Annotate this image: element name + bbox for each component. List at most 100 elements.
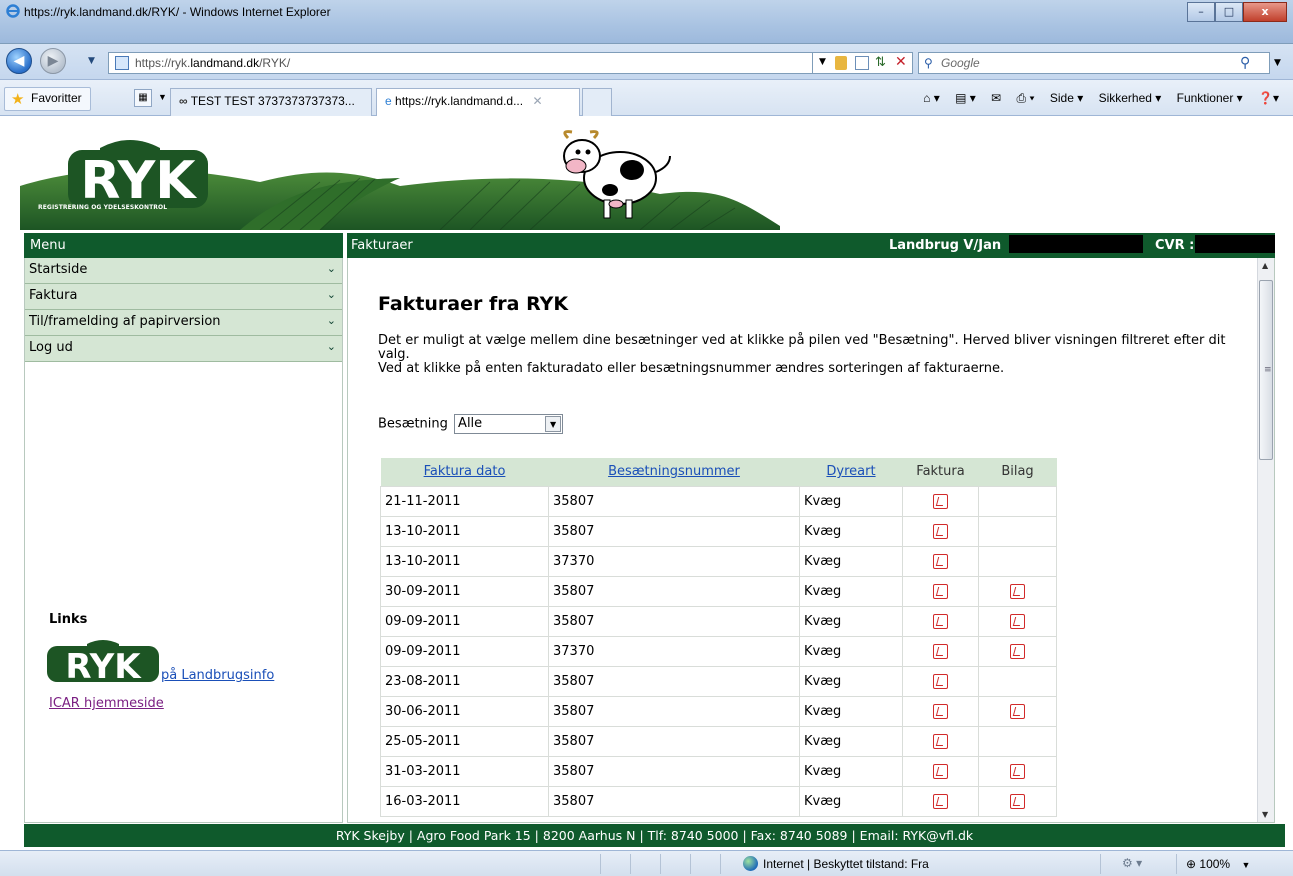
pdf-icon[interactable] [933,583,948,599]
pdf-icon[interactable] [933,643,948,659]
window-title: https://ryk.landmand.dk/RYK/ - Windows I… [24,5,331,19]
vertical-scrollbar[interactable]: ▲ ≡ ▼ [1257,258,1274,822]
pdf-icon[interactable] [933,613,948,629]
table-header-row: Faktura dato Besætningsnummer Dyreart Fa… [380,458,1057,486]
menu-funktioner[interactable]: Funktioner ▾ [1177,91,1243,105]
scroll-thumb[interactable]: ≡ [1259,280,1273,460]
tab-ryk[interactable]: e https://ryk.landmand.d... ✕ [376,88,580,116]
pdf-icon[interactable] [1010,793,1025,809]
cell-herd: 35807 [548,695,800,727]
help-icon[interactable]: ❓▾ [1258,91,1279,105]
pdf-icon[interactable] [1010,583,1025,599]
tab-favicon-icon: ∞ [179,94,188,108]
cell-species: Kvæg [799,635,903,667]
menu-item-logud[interactable]: Log ud ⌄ [25,336,342,362]
cell-invoice [902,785,979,817]
menu-item-papirversion[interactable]: Til/framelding af papirversion ⌄ [25,310,342,336]
pdf-icon[interactable] [933,523,948,539]
ryk-small-logo[interactable]: RYK [47,636,159,684]
page-icon [115,56,129,70]
redacted-cvr-block [1195,235,1275,253]
cell-herd: 35807 [548,785,800,817]
address-bar[interactable]: https://ryk.landmand.dk/RYK/ [108,52,813,74]
cell-date: 09-09-2011 [380,635,549,667]
minimize-button[interactable]: – [1187,2,1215,22]
menu-side[interactable]: Side ▾ [1050,91,1083,105]
stop-icon[interactable]: ✕ [895,54,907,70]
window-titlebar: https://ryk.landmand.dk/RYK/ - Windows I… [0,0,1293,44]
feeds-icon[interactable]: ▤ ▾ [955,91,976,105]
address-dropdown-icon[interactable]: ▼ [819,57,826,67]
sort-by-species-link[interactable]: Dyreart [826,464,875,479]
mail-icon[interactable]: ✉ [991,91,1001,105]
status-bar: Internet | Beskyttet tilstand: Fra ⚙ ▾ ⊕… [0,850,1293,876]
pdf-icon[interactable] [1010,613,1025,629]
quick-tabs-icon[interactable]: ▦ [134,89,152,107]
cell-invoice [902,575,979,607]
lock-icon[interactable] [835,56,847,70]
history-dropdown-icon[interactable]: ▼ [88,56,95,66]
new-tab-button[interactable] [582,88,612,116]
cell-attachment [978,695,1057,727]
menu-sikkerhed[interactable]: Sikkerhed ▾ [1099,91,1162,105]
pdf-icon[interactable] [933,733,948,749]
cell-attachment [978,605,1057,637]
tab-close-icon[interactable]: ✕ [532,94,542,108]
cell-species: Kvæg [799,485,903,517]
zoom-control[interactable]: ⊕ 100% ▼ [1186,857,1250,871]
table-row: 13-10-2011 37370 Kvæg [380,545,1057,577]
home-icon[interactable]: ⌂ ▾ [923,91,940,105]
pdf-icon[interactable] [933,763,948,779]
cell-date: 30-09-2011 [380,575,549,607]
landbrugsinfo-link[interactable]: på Landbrugsinfo [161,668,274,683]
sort-by-date-link[interactable]: Faktura dato [424,464,506,479]
scroll-up-icon[interactable]: ▲ [1262,261,1268,270]
dropdown-arrow-icon[interactable]: ▼ [545,416,562,432]
search-input[interactable]: ⚲ Google [918,52,1270,74]
cell-date: 21-11-2011 [380,485,549,517]
forward-button[interactable]: ▶ [40,48,66,74]
scroll-down-icon[interactable]: ▼ [1262,810,1268,819]
security-zone[interactable]: Internet | Beskyttet tilstand: Fra [743,856,929,871]
pdf-icon[interactable] [1010,643,1025,659]
menu-item-startside[interactable]: Startside ⌄ [25,258,342,284]
pdf-icon[interactable] [1010,763,1025,779]
cell-species: Kvæg [799,695,903,727]
cell-date: 16-03-2011 [380,785,549,817]
tab-label: https://ryk.landmand.d... [395,94,524,108]
protected-mode-icon[interactable]: ⚙ ▾ [1122,856,1142,870]
cell-herd: 35807 [548,725,800,757]
pdf-icon[interactable] [933,553,948,569]
pdf-icon[interactable] [933,703,948,719]
sort-by-herd-link[interactable]: Besætningsnummer [608,464,740,479]
page-title: Fakturaer fra RYK [378,293,569,315]
search-icon[interactable]: ⚲ [1240,55,1250,71]
herd-select[interactable]: Alle ▼ [454,414,564,434]
cell-species: Kvæg [799,545,903,577]
compatibility-icon[interactable] [855,56,869,70]
maximize-button[interactable]: □ [1215,2,1243,22]
cell-species: Kvæg [799,725,903,757]
refresh-icon[interactable]: ⇅ [875,55,886,70]
tab-test[interactable]: ∞ TEST TEST 3737373737373... [170,88,372,116]
pdf-icon[interactable] [933,493,948,509]
ryk-logo: RYK [68,140,208,211]
tab-list-dropdown-icon[interactable]: ▼ [158,92,167,102]
icar-link[interactable]: ICAR hjemmeside [49,696,164,711]
url-host: landmand.dk [190,56,260,70]
pdf-icon[interactable] [933,793,948,809]
menu-item-faktura[interactable]: Faktura ⌄ [25,284,342,310]
back-button[interactable]: ◀ [6,48,32,74]
site-footer: RYK Skejby | Agro Food Park 15 | 8200 Aa… [24,824,1285,847]
pdf-icon[interactable] [933,673,948,689]
cvr-label: CVR : [1155,238,1195,253]
print-icon[interactable]: ⎙ ▾ [1017,91,1035,105]
search-options-icon[interactable]: ▼ [1274,58,1281,68]
menu-heading: Menu [24,233,343,258]
table-row: 31-03-2011 35807 Kvæg [380,755,1057,787]
favorites-button[interactable]: ★ Favoritter [4,87,91,111]
pdf-icon[interactable] [1010,703,1025,719]
cell-herd: 35807 [548,485,800,517]
zoom-dropdown-icon[interactable]: ▼ [1241,860,1250,870]
close-window-button[interactable]: x [1243,2,1287,22]
